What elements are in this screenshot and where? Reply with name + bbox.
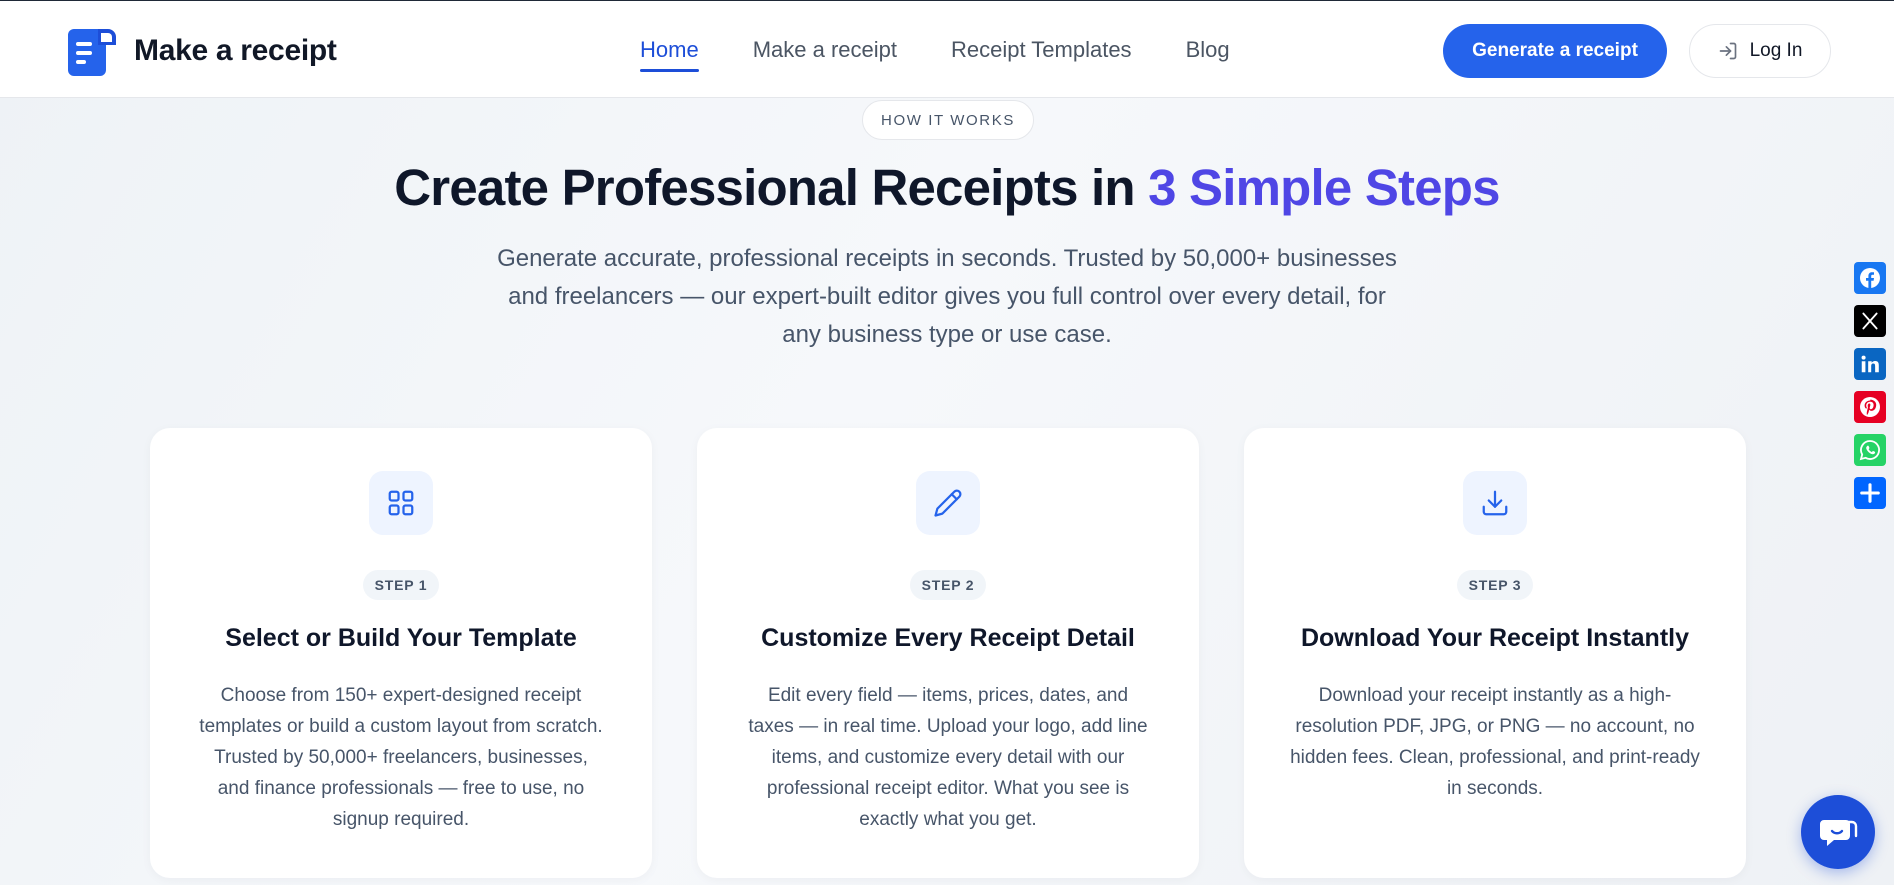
brand-name: Make a receipt bbox=[134, 34, 337, 67]
more-share-button[interactable] bbox=[1854, 477, 1886, 509]
section-eyebrow: HOW IT WORKS bbox=[862, 100, 1034, 140]
step-badge: STEP 2 bbox=[910, 570, 986, 600]
download-icon bbox=[1482, 490, 1508, 516]
step-3-icon-tile bbox=[1463, 471, 1527, 535]
step-title: Download Your Receipt Instantly bbox=[1300, 624, 1689, 652]
site-logo[interactable]: Make a receipt bbox=[68, 25, 337, 77]
step-badge: STEP 3 bbox=[1457, 570, 1533, 600]
nav-receipt-templates[interactable]: Receipt Templates bbox=[951, 37, 1132, 63]
step-badge: STEP 1 bbox=[363, 570, 439, 600]
step-card-3: STEP 3 Download Your Receipt Instantly D… bbox=[1244, 428, 1746, 878]
chat-widget-button[interactable] bbox=[1801, 795, 1875, 869]
step-card-2: STEP 2 Customize Every Receipt Detail Ed… bbox=[697, 428, 1199, 878]
pinterest-share-button[interactable] bbox=[1854, 391, 1886, 423]
login-label: Log In bbox=[1749, 40, 1803, 61]
x-share-button[interactable] bbox=[1854, 305, 1886, 337]
step-1-icon-tile bbox=[369, 471, 433, 535]
hero-subtext: Generate accurate, professional receipts… bbox=[497, 245, 1397, 348]
share-sidebar bbox=[1854, 262, 1886, 520]
step-card-1: STEP 1 Select or Build Your Template Cho… bbox=[150, 428, 652, 878]
share-plus-icon bbox=[1860, 483, 1880, 503]
pinterest-icon bbox=[1860, 397, 1880, 417]
nav-home[interactable]: Home bbox=[640, 37, 699, 72]
step-title: Customize Every Receipt Detail bbox=[761, 624, 1135, 652]
step-2-icon-tile bbox=[916, 471, 980, 535]
page-title: Create Professional Receipts in 3 Simple… bbox=[0, 158, 1894, 217]
step-description: Download your receipt instantly as a hig… bbox=[1290, 685, 1700, 799]
receipt-logo-icon bbox=[68, 29, 116, 76]
grid-icon bbox=[388, 490, 414, 516]
nav-make-a-receipt[interactable]: Make a receipt bbox=[753, 37, 897, 63]
pencil-icon bbox=[934, 489, 962, 517]
step-description: Edit every field — items, prices, dates,… bbox=[748, 685, 1148, 830]
whatsapp-share-button[interactable] bbox=[1854, 434, 1886, 466]
whatsapp-icon bbox=[1859, 440, 1880, 461]
step-title: Select or Build Your Template bbox=[225, 624, 577, 652]
facebook-icon bbox=[1860, 268, 1880, 288]
facebook-share-button[interactable] bbox=[1854, 262, 1886, 294]
x-icon bbox=[1862, 312, 1878, 330]
headline-main: Create Professional Receipts in bbox=[394, 159, 1149, 216]
login-button[interactable]: Log In bbox=[1689, 24, 1831, 78]
generate-receipt-button[interactable]: Generate a receipt bbox=[1443, 24, 1667, 78]
step-description: Choose from 150+ expert-designed receipt… bbox=[199, 685, 603, 830]
main-nav: Home Make a receipt Receipt Templates Bl… bbox=[640, 37, 1284, 72]
headline-accent: 3 Simple Steps bbox=[1148, 159, 1500, 216]
linkedin-icon bbox=[1861, 355, 1879, 373]
site-header: Make a receipt Home Make a receipt Recei… bbox=[0, 1, 1894, 98]
chat-bubble-icon bbox=[1820, 820, 1858, 846]
nav-blog[interactable]: Blog bbox=[1186, 37, 1230, 63]
linkedin-share-button[interactable] bbox=[1854, 348, 1886, 380]
login-icon bbox=[1719, 42, 1736, 60]
